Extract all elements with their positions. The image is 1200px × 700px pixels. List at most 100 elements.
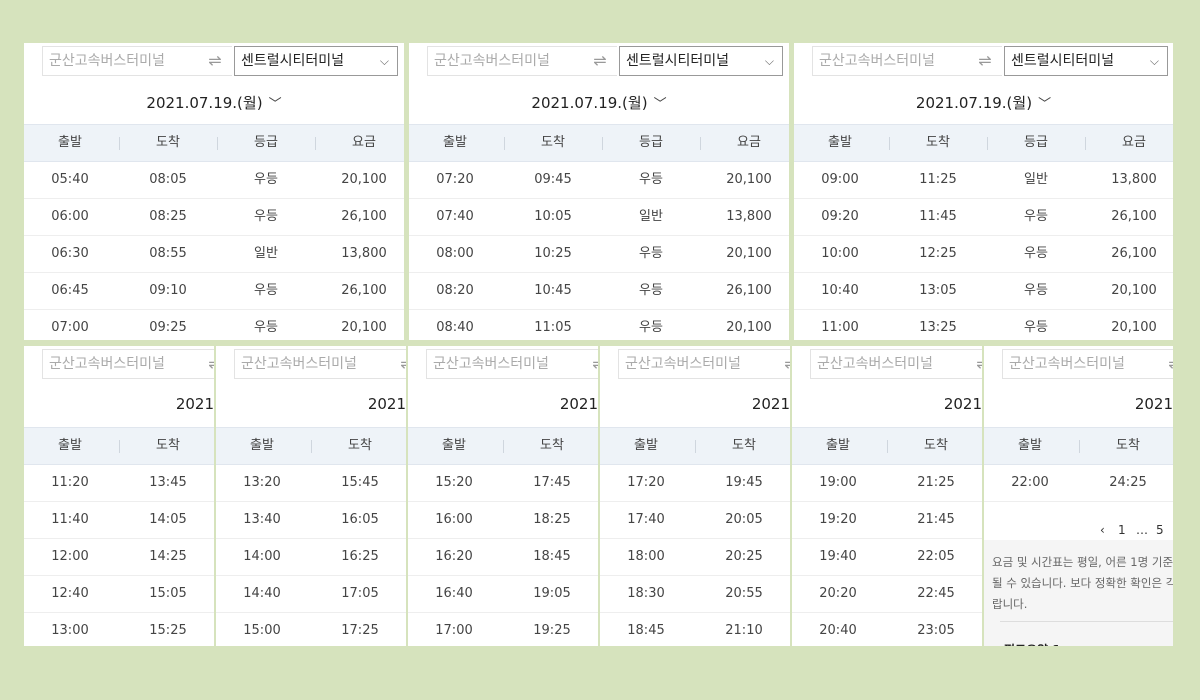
schedule-row[interactable]: 07:40 10:05 일반 13,800 <box>409 198 789 236</box>
header-divider <box>1085 137 1086 150</box>
date-selector[interactable]: 2021.07.1 <box>984 395 1173 413</box>
schedule-row[interactable]: 12:40 15:05 <box>24 575 214 613</box>
schedule-row[interactable]: 19:20 21:45 <box>792 501 982 539</box>
chevron-down-icon: ⌵ <box>764 54 774 68</box>
cell-depart: 20:20 <box>819 586 857 601</box>
schedule-row[interactable]: 18:45 21:10 <box>600 612 790 646</box>
origin-input[interactable]: 군산고속버스터미널 <box>810 349 973 379</box>
cell-fare: 13,800 <box>341 246 387 261</box>
table-header: 출발 도착 <box>984 427 1173 465</box>
schedule-row[interactable]: 13:20 15:45 <box>216 464 406 502</box>
date-selector[interactable]: 2021.07.19.(월) ﹀ <box>24 92 404 113</box>
schedule-row[interactable]: 16:20 18:45 <box>408 538 598 576</box>
schedule-row[interactable]: 11:20 13:45 <box>24 464 214 502</box>
swap-icon[interactable]: ⇌ <box>968 46 1002 76</box>
schedule-row[interactable]: 14:00 16:25 <box>216 538 406 576</box>
schedule-row[interactable]: 10:00 12:25 우등 26,100 <box>794 235 1173 273</box>
cell-arrive: 13:25 <box>919 320 957 335</box>
notice-line: 랍니다. <box>992 597 1028 611</box>
schedule-row[interactable]: 19:40 22:05 <box>792 538 982 576</box>
swap-icon[interactable]: ⇌ <box>390 349 406 379</box>
schedule-row[interactable]: 17:20 19:45 <box>600 464 790 502</box>
swap-icon[interactable]: ⇌ <box>966 349 982 379</box>
swap-icon[interactable]: ⇌ <box>583 46 617 76</box>
origin-input[interactable]: 군산고속버스터미널 <box>42 349 205 379</box>
origin-input[interactable]: 군산고속버스터미널 <box>1002 349 1165 379</box>
origin-input[interactable]: 군산고속버스터미널 <box>618 349 781 379</box>
schedule-row[interactable]: 06:30 08:55 일반 13,800 <box>24 235 404 273</box>
cell-depart: 11:20 <box>51 475 89 490</box>
date-selector[interactable]: 2021.07.1 <box>24 395 214 413</box>
origin-input[interactable]: 군산고속버스터미널 <box>42 46 205 76</box>
header-arrive: 도착 <box>926 135 950 150</box>
cell-depart: 09:00 <box>821 172 859 187</box>
swap-icon[interactable]: ⇌ <box>198 46 232 76</box>
table-header: 출발 도착 <box>216 427 406 465</box>
destination-select[interactable]: 센트럴시티터미널 ⌵ <box>234 46 398 76</box>
schedule-row[interactable]: 10:40 13:05 우등 20,100 <box>794 272 1173 310</box>
schedule-row[interactable]: 15:20 17:45 <box>408 464 598 502</box>
schedule-row[interactable]: 17:00 19:25 <box>408 612 598 646</box>
schedule-row[interactable]: 18:00 20:25 <box>600 538 790 576</box>
cell-fare: 13,800 <box>1111 172 1157 187</box>
swap-icon[interactable]: ⇌ <box>582 349 598 379</box>
origin-input[interactable]: 군산고속버스터미널 <box>426 349 589 379</box>
cell-depart: 06:00 <box>51 209 89 224</box>
cell-arrive: 19:25 <box>533 623 571 638</box>
schedule-row[interactable]: 18:30 20:55 <box>600 575 790 613</box>
origin-input[interactable]: 군산고속버스터미널 <box>812 46 975 76</box>
cell-arrive: 09:45 <box>534 172 572 187</box>
schedule-row[interactable]: 20:40 23:05 <box>792 612 982 646</box>
schedule-row[interactable]: 16:40 19:05 <box>408 575 598 613</box>
origin-input[interactable]: 군산고속버스터미널 <box>427 46 590 76</box>
date-selector[interactable]: 2021.07.1 <box>792 395 982 413</box>
date-selector[interactable]: 2021.07.1 <box>600 395 790 413</box>
cell-depart: 10:40 <box>821 283 859 298</box>
schedule-row[interactable]: 07:00 09:25 우등 20,100 <box>24 309 404 340</box>
schedule-row[interactable]: 19:00 21:25 <box>792 464 982 502</box>
schedule-row[interactable]: 09:00 11:25 일반 13,800 <box>794 161 1173 199</box>
schedule-row[interactable]: 05:40 08:05 우등 20,100 <box>24 161 404 199</box>
schedule-row[interactable]: 08:20 10:45 우등 26,100 <box>409 272 789 310</box>
schedule-row[interactable]: 09:20 11:45 우등 26,100 <box>794 198 1173 236</box>
schedule-row[interactable]: 06:00 08:25 우등 26,100 <box>24 198 404 236</box>
swap-icon[interactable]: ⇌ <box>1158 349 1173 379</box>
schedule-row[interactable]: 22:00 24:25 <box>984 464 1173 502</box>
destination-select[interactable]: 센트럴시티터미널 ⌵ <box>1004 46 1168 76</box>
schedule-row[interactable]: 08:40 11:05 우등 20,100 <box>409 309 789 340</box>
schedule-row[interactable]: 17:40 20:05 <box>600 501 790 539</box>
cell-depart: 12:40 <box>51 586 89 601</box>
schedule-row[interactable]: 07:20 09:45 우등 20,100 <box>409 161 789 199</box>
schedule-row[interactable]: 13:40 16:05 <box>216 501 406 539</box>
schedule-panel: 군산고속버스터미널 ⇌ 센트럴시티터미널 ⌵ 2021.07.19.(월) ﹀ 출발 도착 등급… <box>794 43 1173 340</box>
date-selector[interactable]: 2021.07.19.(월) ﹀ <box>409 92 789 113</box>
schedule-row[interactable]: 13:00 15:25 <box>24 612 214 646</box>
schedule-row[interactable]: 16:00 18:25 <box>408 501 598 539</box>
cell-grade: 우등 <box>639 172 663 187</box>
date-selector[interactable]: 2021.07.1 <box>216 395 406 413</box>
origin-input[interactable]: 군산고속버스터미널 <box>234 349 397 379</box>
header-depart: 출발 <box>826 438 850 453</box>
header-depart: 출발 <box>58 438 82 453</box>
destination-select[interactable]: 센트럴시티터미널 ⌵ <box>619 46 783 76</box>
schedule-row[interactable]: 06:45 09:10 우등 26,100 <box>24 272 404 310</box>
date-selector[interactable]: 2021.07.1 <box>408 395 598 413</box>
schedule-row[interactable]: 08:00 10:25 우등 20,100 <box>409 235 789 273</box>
schedule-row[interactable]: 11:00 13:25 우등 20,100 <box>794 309 1173 340</box>
cell-grade: 우등 <box>254 209 278 224</box>
chevron-down-icon: ﹀ <box>1038 97 1052 112</box>
swap-icon[interactable]: ⇌ <box>198 349 214 379</box>
schedule-row[interactable]: 11:40 14:05 <box>24 501 214 539</box>
schedule-row[interactable]: 14:40 17:05 <box>216 575 406 613</box>
cell-arrive: 15:05 <box>149 586 187 601</box>
schedule-row[interactable]: 20:20 22:45 <box>792 575 982 613</box>
schedule-row[interactable]: 12:00 14:25 <box>24 538 214 576</box>
swap-icon[interactable]: ⇌ <box>774 349 790 379</box>
schedule-row[interactable]: 15:00 17:25 <box>216 612 406 646</box>
cell-arrive: 24:25 <box>1109 475 1147 490</box>
cell-arrive: 09:10 <box>149 283 187 298</box>
chevron-down-icon: ﹀ <box>268 97 282 112</box>
date-selector[interactable]: 2021.07.19.(월) ﹀ <box>794 92 1173 113</box>
schedule-panel: 군산고속버스터미널 ⇌ 센트럴시티터미널 ⌵ 2021.07.19.(월) ﹀ 출발 도착 등급… <box>24 43 404 340</box>
cell-depart: 08:20 <box>436 283 474 298</box>
